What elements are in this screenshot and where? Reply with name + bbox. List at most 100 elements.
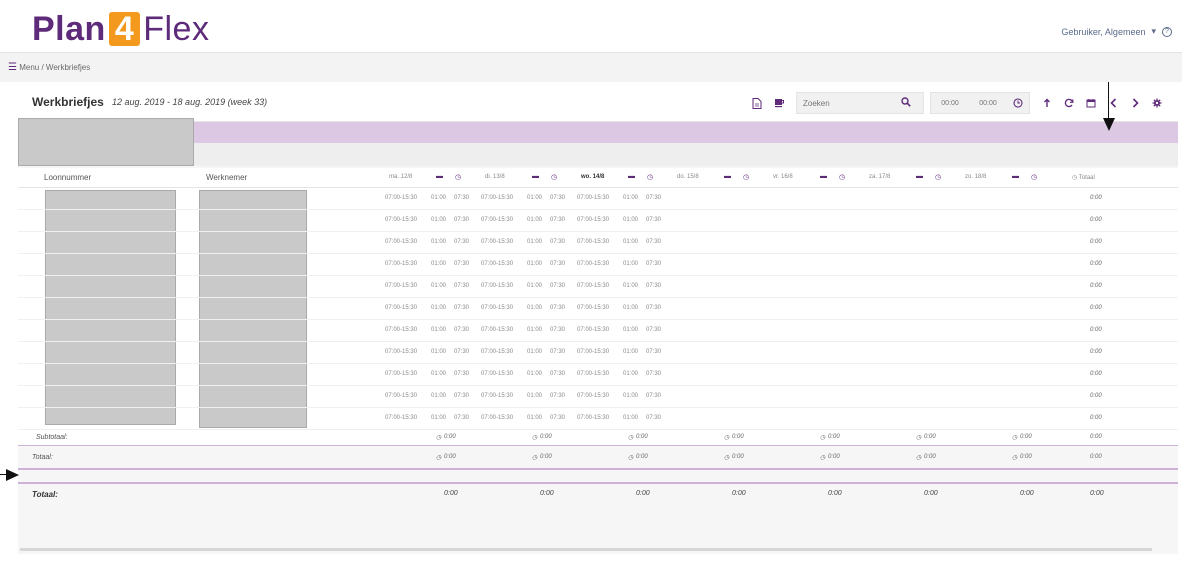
cell-hours[interactable]: 07:30	[550, 327, 565, 333]
cell-hours[interactable]: 07:30	[454, 371, 469, 377]
column-header-day[interactable]: za. 17/8	[869, 174, 890, 180]
cell-break[interactable]: 01:00	[623, 371, 638, 377]
cell-break[interactable]: 01:00	[431, 349, 446, 355]
hamburger-menu-icon[interactable]: ☰	[8, 62, 17, 73]
cell-hours[interactable]: 07:30	[550, 239, 565, 245]
cell-hours[interactable]: 07:30	[454, 239, 469, 245]
cell-shift[interactable]: 07:00-15:30	[577, 393, 609, 399]
cell-break[interactable]: 01:00	[431, 327, 446, 333]
cell-break[interactable]: 01:00	[527, 305, 542, 311]
breadcrumb-menu-link[interactable]: Menu	[19, 63, 39, 72]
cell-hours[interactable]: 07:30	[550, 349, 565, 355]
cell-shift[interactable]: 07:00-15:30	[577, 371, 609, 377]
cell-hours[interactable]: 07:30	[454, 261, 469, 267]
cell-shift[interactable]: 07:00-15:30	[577, 217, 609, 223]
cell-hours[interactable]: 07:30	[646, 305, 661, 311]
cell-break[interactable]: 01:00	[527, 393, 542, 399]
cell-shift[interactable]: 07:00-15:30	[577, 195, 609, 201]
cell-hours[interactable]: 07:30	[646, 239, 661, 245]
user-name[interactable]: Gebruiker, Algemeen	[1061, 27, 1145, 37]
cell-shift[interactable]: 07:00-15:30	[577, 239, 609, 245]
cell-shift[interactable]: 07:00-15:30	[577, 327, 609, 333]
cell-shift[interactable]: 07:00-15:30	[577, 283, 609, 289]
cell-hours[interactable]: 07:30	[454, 415, 469, 421]
cell-break[interactable]: 01:00	[527, 327, 542, 333]
cell-hours[interactable]: 07:30	[454, 195, 469, 201]
column-header-day[interactable]: vr. 16/8	[773, 174, 793, 180]
cell-break[interactable]: 01:00	[431, 393, 446, 399]
refresh-icon[interactable]	[1058, 92, 1080, 114]
cell-shift[interactable]: 07:00-15:30	[481, 239, 513, 245]
table-row[interactable]: 07:00-15:30 01:00 07:30 07:00-15:30 01:00 07:…	[18, 386, 1178, 408]
cell-break[interactable]: 01:00	[527, 349, 542, 355]
table-row[interactable]: 07:00-15:30 01:00 07:30 07:00-15:30 01:00 07:…	[18, 320, 1178, 342]
cell-break[interactable]: 01:00	[623, 261, 638, 267]
cell-shift[interactable]: 07:00-15:30	[385, 349, 417, 355]
table-row[interactable]: 07:00-15:30 01:00 07:30 07:00-15:30 01:00 07:…	[18, 188, 1178, 210]
help-icon[interactable]: ?	[1162, 26, 1172, 37]
cell-shift[interactable]: 07:00-15:30	[577, 305, 609, 311]
chevron-left-icon[interactable]	[1102, 92, 1124, 114]
cell-break[interactable]: 01:00	[623, 283, 638, 289]
cell-break[interactable]: 01:00	[431, 283, 446, 289]
cell-shift[interactable]: 07:00-15:30	[577, 349, 609, 355]
search-icon[interactable]	[901, 94, 911, 112]
cell-break[interactable]: 01:00	[623, 239, 638, 245]
table-row[interactable]: 07:00-15:30 01:00 07:30 07:00-15:30 01:00 07:…	[18, 298, 1178, 320]
cell-break[interactable]: 01:00	[527, 195, 542, 201]
column-header-loonnummer[interactable]: Loonnummer	[44, 173, 91, 182]
cell-break[interactable]: 01:00	[623, 415, 638, 421]
cell-shift[interactable]: 07:00-15:30	[385, 217, 417, 223]
time-from-input[interactable]	[931, 93, 969, 113]
cell-hours[interactable]: 07:30	[550, 305, 565, 311]
cell-shift[interactable]: 07:00-15:30	[385, 393, 417, 399]
user-menu[interactable]: Gebruiker, Algemeen ▾ ?	[1061, 26, 1172, 37]
cell-shift[interactable]: 07:00-15:30	[385, 261, 417, 267]
cell-hours[interactable]: 07:30	[454, 305, 469, 311]
cell-hours[interactable]: 07:30	[646, 349, 661, 355]
cell-shift[interactable]: 07:00-15:30	[385, 195, 417, 201]
cell-shift[interactable]: 07:00-15:30	[481, 371, 513, 377]
cell-shift[interactable]: 07:00-15:30	[385, 371, 417, 377]
cell-break[interactable]: 01:00	[431, 195, 446, 201]
cell-shift[interactable]: 07:00-15:30	[385, 415, 417, 421]
cell-break[interactable]: 01:00	[431, 305, 446, 311]
cell-break[interactable]: 01:00	[527, 283, 542, 289]
cell-hours[interactable]: 07:30	[646, 327, 661, 333]
cell-break[interactable]: 01:00	[527, 415, 542, 421]
cell-shift[interactable]: 07:00-15:30	[481, 261, 513, 267]
cell-break[interactable]: 01:00	[623, 217, 638, 223]
cell-break[interactable]: 01:00	[431, 239, 446, 245]
table-row[interactable]: 07:00-15:30 01:00 07:30 07:00-15:30 01:00 07:…	[18, 342, 1178, 364]
column-header-day[interactable]: di. 13/8	[485, 174, 505, 180]
cell-shift[interactable]: 07:00-15:30	[481, 415, 513, 421]
table-row[interactable]: 07:00-15:30 01:00 07:30 07:00-15:30 01:00 07:…	[18, 364, 1178, 386]
cell-hours[interactable]: 07:30	[550, 415, 565, 421]
cell-break[interactable]: 01:00	[527, 217, 542, 223]
column-header-werknemer[interactable]: Werknemer	[206, 173, 247, 182]
table-row[interactable]: 07:00-15:30 01:00 07:30 07:00-15:30 01:00 07:…	[18, 276, 1178, 298]
cell-shift[interactable]: 07:00-15:30	[481, 305, 513, 311]
cell-hours[interactable]: 07:30	[550, 283, 565, 289]
cell-hours[interactable]: 07:30	[646, 217, 661, 223]
cell-shift[interactable]: 07:00-15:30	[481, 349, 513, 355]
cell-shift[interactable]: 07:00-15:30	[577, 261, 609, 267]
column-header-day[interactable]: zo. 18/8	[965, 174, 986, 180]
column-header-day[interactable]: do. 15/8	[677, 174, 699, 180]
cell-shift[interactable]: 07:00-15:30	[385, 305, 417, 311]
gear-icon[interactable]	[1146, 92, 1168, 114]
chevron-right-icon[interactable]	[1124, 92, 1146, 114]
plan4flex-logo[interactable]: Plan 4 Flex	[32, 10, 209, 48]
cell-hours[interactable]: 07:30	[550, 195, 565, 201]
horizontal-scrollbar[interactable]	[20, 548, 1152, 551]
chevron-down-icon[interactable]: ▾	[1151, 26, 1156, 37]
cell-hours[interactable]: 07:30	[646, 283, 661, 289]
table-row[interactable]: 07:00-15:30 01:00 07:30 07:00-15:30 01:00 07:…	[18, 254, 1178, 276]
cell-shift[interactable]: 07:00-15:30	[385, 283, 417, 289]
time-to-input[interactable]	[969, 93, 1007, 113]
cell-hours[interactable]: 07:30	[646, 261, 661, 267]
column-header-day[interactable]: wo. 14/8	[581, 174, 604, 180]
cell-break[interactable]: 01:00	[623, 349, 638, 355]
cell-hours[interactable]: 07:30	[646, 393, 661, 399]
cell-break[interactable]: 01:00	[623, 327, 638, 333]
